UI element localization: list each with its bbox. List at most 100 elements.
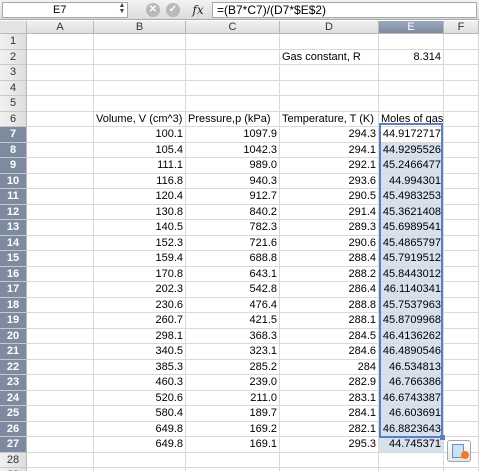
pressure-cell[interactable]: 1097.9 — [186, 127, 280, 143]
cell[interactable] — [27, 111, 94, 127]
moles-cell[interactable]: 46.8823643 — [379, 421, 444, 437]
cell[interactable] — [27, 359, 94, 375]
row-header-2[interactable]: 2 — [0, 49, 27, 65]
cell[interactable] — [280, 80, 379, 96]
row-header-17[interactable]: 17 — [0, 282, 27, 298]
cell[interactable] — [186, 80, 280, 96]
temperature-cell[interactable]: 288.4 — [280, 251, 379, 267]
volume-cell[interactable]: 298.1 — [94, 328, 186, 344]
volume-cell[interactable]: 202.3 — [94, 282, 186, 298]
row-header-7[interactable]: 7 — [0, 127, 27, 143]
row-header-15[interactable]: 15 — [0, 251, 27, 267]
cell[interactable] — [444, 406, 479, 422]
cell[interactable] — [94, 65, 186, 81]
row-header-4[interactable]: 4 — [0, 80, 27, 96]
pressure-cell[interactable]: 643.1 — [186, 266, 280, 282]
moles-cell[interactable]: 44.745371 — [379, 437, 444, 453]
pressure-cell[interactable]: 940.3 — [186, 173, 280, 189]
select-all-corner[interactable] — [0, 21, 27, 34]
cell[interactable] — [27, 235, 94, 251]
moles-cell[interactable]: 44.9172717 — [379, 127, 444, 143]
moles-cell[interactable]: 46.4136262 — [379, 328, 444, 344]
volume-cell[interactable]: 580.4 — [94, 406, 186, 422]
cell[interactable] — [280, 65, 379, 81]
row-header-19[interactable]: 19 — [0, 313, 27, 329]
volume-cell[interactable]: 460.3 — [94, 375, 186, 391]
volume-cell[interactable]: 260.7 — [94, 313, 186, 329]
cell[interactable] — [444, 80, 479, 96]
volume-cell[interactable]: 116.8 — [94, 173, 186, 189]
cell[interactable] — [379, 452, 444, 468]
cell[interactable] — [27, 452, 94, 468]
cell[interactable] — [379, 65, 444, 81]
cell[interactable] — [444, 313, 479, 329]
moles-cell[interactable]: 46.766386 — [379, 375, 444, 391]
pressure-cell[interactable]: 169.2 — [186, 421, 280, 437]
cell[interactable] — [27, 421, 94, 437]
temperature-cell[interactable]: 291.4 — [280, 204, 379, 220]
row-header-6[interactable]: 6 — [0, 111, 27, 127]
cell[interactable] — [444, 189, 479, 205]
moles-cell[interactable]: 45.7537963 — [379, 297, 444, 313]
temperature-cell[interactable]: 288.2 — [280, 266, 379, 282]
pressure-cell[interactable]: 239.0 — [186, 375, 280, 391]
row-header-8[interactable]: 8 — [0, 142, 27, 158]
moles-cell[interactable]: 44.994301 — [379, 173, 444, 189]
pressure-cell[interactable]: 421.5 — [186, 313, 280, 329]
cell[interactable] — [444, 220, 479, 236]
row-header-24[interactable]: 24 — [0, 390, 27, 406]
volume-cell[interactable]: 520.6 — [94, 390, 186, 406]
cell[interactable] — [444, 173, 479, 189]
moles-cell[interactable]: 45.4983253 — [379, 189, 444, 205]
cell[interactable] — [280, 34, 379, 50]
cell[interactable] — [94, 96, 186, 112]
row-header-28[interactable]: 28 — [0, 452, 27, 468]
function-icon[interactable]: fx — [188, 2, 208, 18]
cell[interactable] — [379, 80, 444, 96]
row-header-14[interactable]: 14 — [0, 235, 27, 251]
header-pressure[interactable]: Pressure,p (kPa) — [186, 111, 280, 127]
volume-cell[interactable]: 140.5 — [94, 220, 186, 236]
moles-cell[interactable]: 45.2466477 — [379, 158, 444, 174]
row-header-5[interactable]: 5 — [0, 96, 27, 112]
pressure-cell[interactable]: 989.0 — [186, 158, 280, 174]
cell[interactable] — [444, 204, 479, 220]
moles-cell[interactable]: 45.7919512 — [379, 251, 444, 267]
header-volume[interactable]: Volume, V (cm^3) — [94, 111, 186, 127]
cell[interactable] — [186, 49, 280, 65]
cell[interactable] — [186, 96, 280, 112]
temperature-cell[interactable]: 288.1 — [280, 313, 379, 329]
temperature-cell[interactable]: 284.1 — [280, 406, 379, 422]
name-box-stepper-icon[interactable]: ▲ ▼ — [117, 2, 127, 16]
temperature-cell[interactable]: 294.1 — [280, 142, 379, 158]
moles-cell[interactable]: 46.4890546 — [379, 344, 444, 360]
cell[interactable] — [27, 34, 94, 50]
moles-cell[interactable]: 46.534813 — [379, 359, 444, 375]
cell[interactable] — [379, 34, 444, 50]
cell[interactable] — [444, 127, 479, 143]
cell[interactable] — [27, 375, 94, 391]
cell[interactable] — [444, 34, 479, 50]
row-header-16[interactable]: 16 — [0, 266, 27, 282]
cell[interactable] — [444, 421, 479, 437]
cell[interactable] — [27, 158, 94, 174]
cell[interactable] — [27, 127, 94, 143]
cell[interactable] — [27, 282, 94, 298]
cell[interactable] — [94, 80, 186, 96]
confirm-icon[interactable]: ✓ — [166, 3, 180, 17]
cell[interactable] — [27, 344, 94, 360]
moles-cell[interactable]: 45.3621408 — [379, 204, 444, 220]
volume-cell[interactable]: 111.1 — [94, 158, 186, 174]
cell[interactable] — [27, 251, 94, 267]
moles-cell[interactable]: 45.8709968 — [379, 313, 444, 329]
pressure-cell[interactable]: 782.3 — [186, 220, 280, 236]
temperature-cell[interactable]: 290.6 — [280, 235, 379, 251]
header-temperature[interactable]: Temperature, T (K) — [280, 111, 379, 127]
column-header-f[interactable]: F — [444, 21, 479, 34]
pressure-cell[interactable]: 840.2 — [186, 204, 280, 220]
cell[interactable] — [27, 65, 94, 81]
cell[interactable] — [27, 328, 94, 344]
row-header-27[interactable]: 27 — [0, 437, 27, 453]
cell[interactable] — [27, 437, 94, 453]
column-header-b[interactable]: B — [94, 21, 186, 34]
